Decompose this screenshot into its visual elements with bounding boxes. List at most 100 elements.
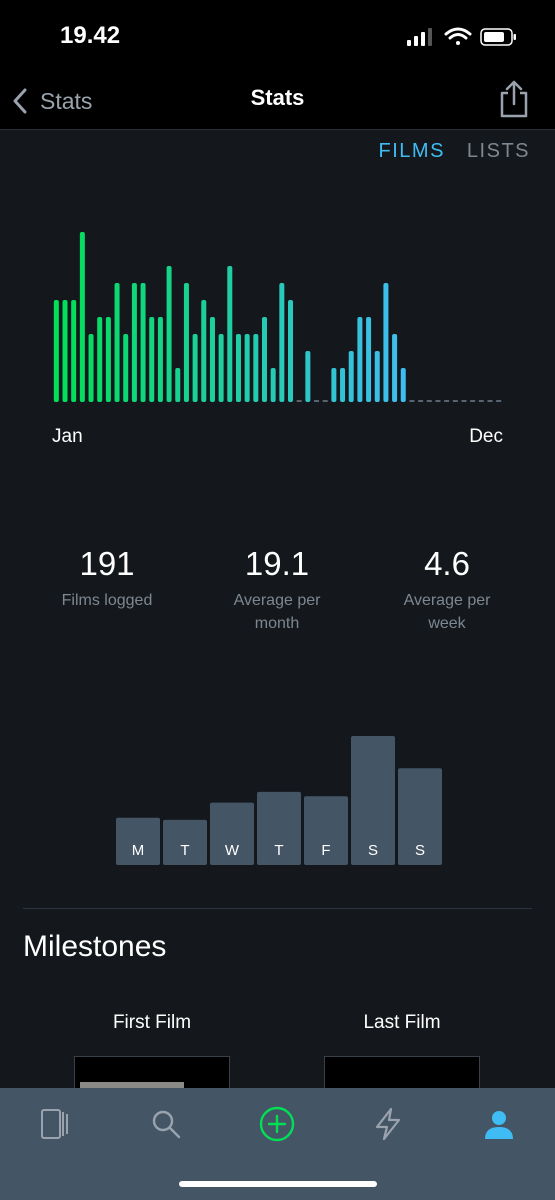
stat-films-logged: 191 Films logged [22,545,192,612]
chart-bar [235,334,241,402]
chart-bar [114,283,120,402]
day-of-week-chart: MTWTFSS [116,736,442,865]
weekday-label: T [274,842,283,859]
weekday-label: S [368,842,378,859]
weekday-label: T [180,842,189,859]
navigation-bar: Stats Stats [0,75,555,130]
add-icon [259,1106,295,1142]
chart-bar [227,266,233,402]
chart-empty-marker [426,400,432,402]
chart-empty-marker [487,400,493,402]
chart-empty-marker [322,400,328,402]
share-button[interactable] [499,79,529,124]
chart-bar [261,317,267,402]
films-per-week-chart [53,232,502,402]
chart-bar [88,334,94,402]
chart-bar [392,334,398,402]
chart-bar [166,266,172,402]
chart-empty-marker [314,400,320,402]
chart-empty-marker [478,400,484,402]
chart-bar [348,351,354,402]
chart-bar [157,317,163,402]
chart-bar [192,334,198,402]
weekday-label: F [321,842,330,859]
chart-bar [79,232,85,402]
stats-tabs: FILMS LISTS [379,140,530,163]
chart-bar [175,368,181,402]
stat-average-per-week: 4.6 Average per week [362,545,532,635]
stat-value: 4.6 [424,545,470,582]
tab-lists[interactable]: LISTS [467,140,530,163]
chart-empty-marker [296,400,302,402]
chart-bar [279,283,285,402]
chart-bar [288,300,294,402]
stat-label: Films logged [61,592,153,609]
chart-bar [97,317,103,402]
chart-bar [149,317,155,402]
chart-bar [123,334,129,402]
page-title: Stats [250,85,305,110]
chart-bar [131,283,137,402]
tab-activity-button[interactable] [368,1104,408,1144]
chart-empty-marker [418,400,424,402]
chart-bar [183,283,189,402]
chart-empty-marker [470,400,476,402]
chart-bar [331,368,337,402]
home-indicator [179,1181,377,1187]
chart-bar [400,368,406,402]
status-icons [407,26,519,53]
chart-bar [105,317,111,402]
chart-start-label: Jan [52,426,83,447]
last-film-label: Last Film [363,1012,441,1033]
chart-end-label: Dec [469,426,503,447]
chart-empty-marker [461,400,467,402]
chart-bar [71,300,77,402]
battery-icon [480,28,516,46]
first-film-label: First Film [112,1012,192,1033]
weekday-label: W [225,842,240,859]
chart-empty-marker [452,400,458,402]
tab-profile-button[interactable] [479,1104,519,1144]
tab-films-button[interactable] [35,1104,75,1144]
activity-icon [375,1107,401,1141]
weekday-label: S [415,842,425,859]
stat-label: Average per month [233,592,321,632]
status-time: 19.42 [60,22,121,49]
weekday-label: M [132,842,145,859]
search-icon [152,1110,181,1139]
section-divider [23,908,532,909]
status-bar: 19.42 [0,0,555,75]
chart-bar [218,334,224,402]
wifi-icon [444,27,472,45]
chart-bar [374,351,380,402]
chart-bar [62,300,68,402]
chart-bar [140,283,146,402]
chart-bar [305,351,311,402]
chart-empty-marker [435,400,441,402]
stat-value: 19.1 [244,545,310,582]
share-icon [500,80,528,118]
chart-bar [340,368,346,402]
chart-empty-marker [409,400,415,402]
stat-average-per-month: 19.1 Average per month [192,545,362,635]
chart-bar [244,334,250,402]
chart-bar [53,300,59,402]
stat-label: Average per week [403,592,491,632]
chart-bar [270,368,276,402]
stat-value: 191 [79,545,135,582]
chart-bar [383,283,389,402]
cellular-icon [407,28,432,46]
chart-bar [366,317,372,402]
chart-empty-marker [444,400,450,402]
chart-bar [253,334,259,402]
milestones-heading: Milestones [23,930,167,963]
chart-bar [201,300,207,402]
tab-add-button[interactable] [257,1104,297,1144]
tab-films[interactable]: FILMS [379,140,445,163]
chart-bar [357,317,363,402]
films-icon [41,1109,68,1139]
chart-bar [209,317,215,402]
chart-empty-marker [496,400,502,402]
tab-search-button[interactable] [146,1104,186,1144]
profile-icon [485,1111,513,1139]
